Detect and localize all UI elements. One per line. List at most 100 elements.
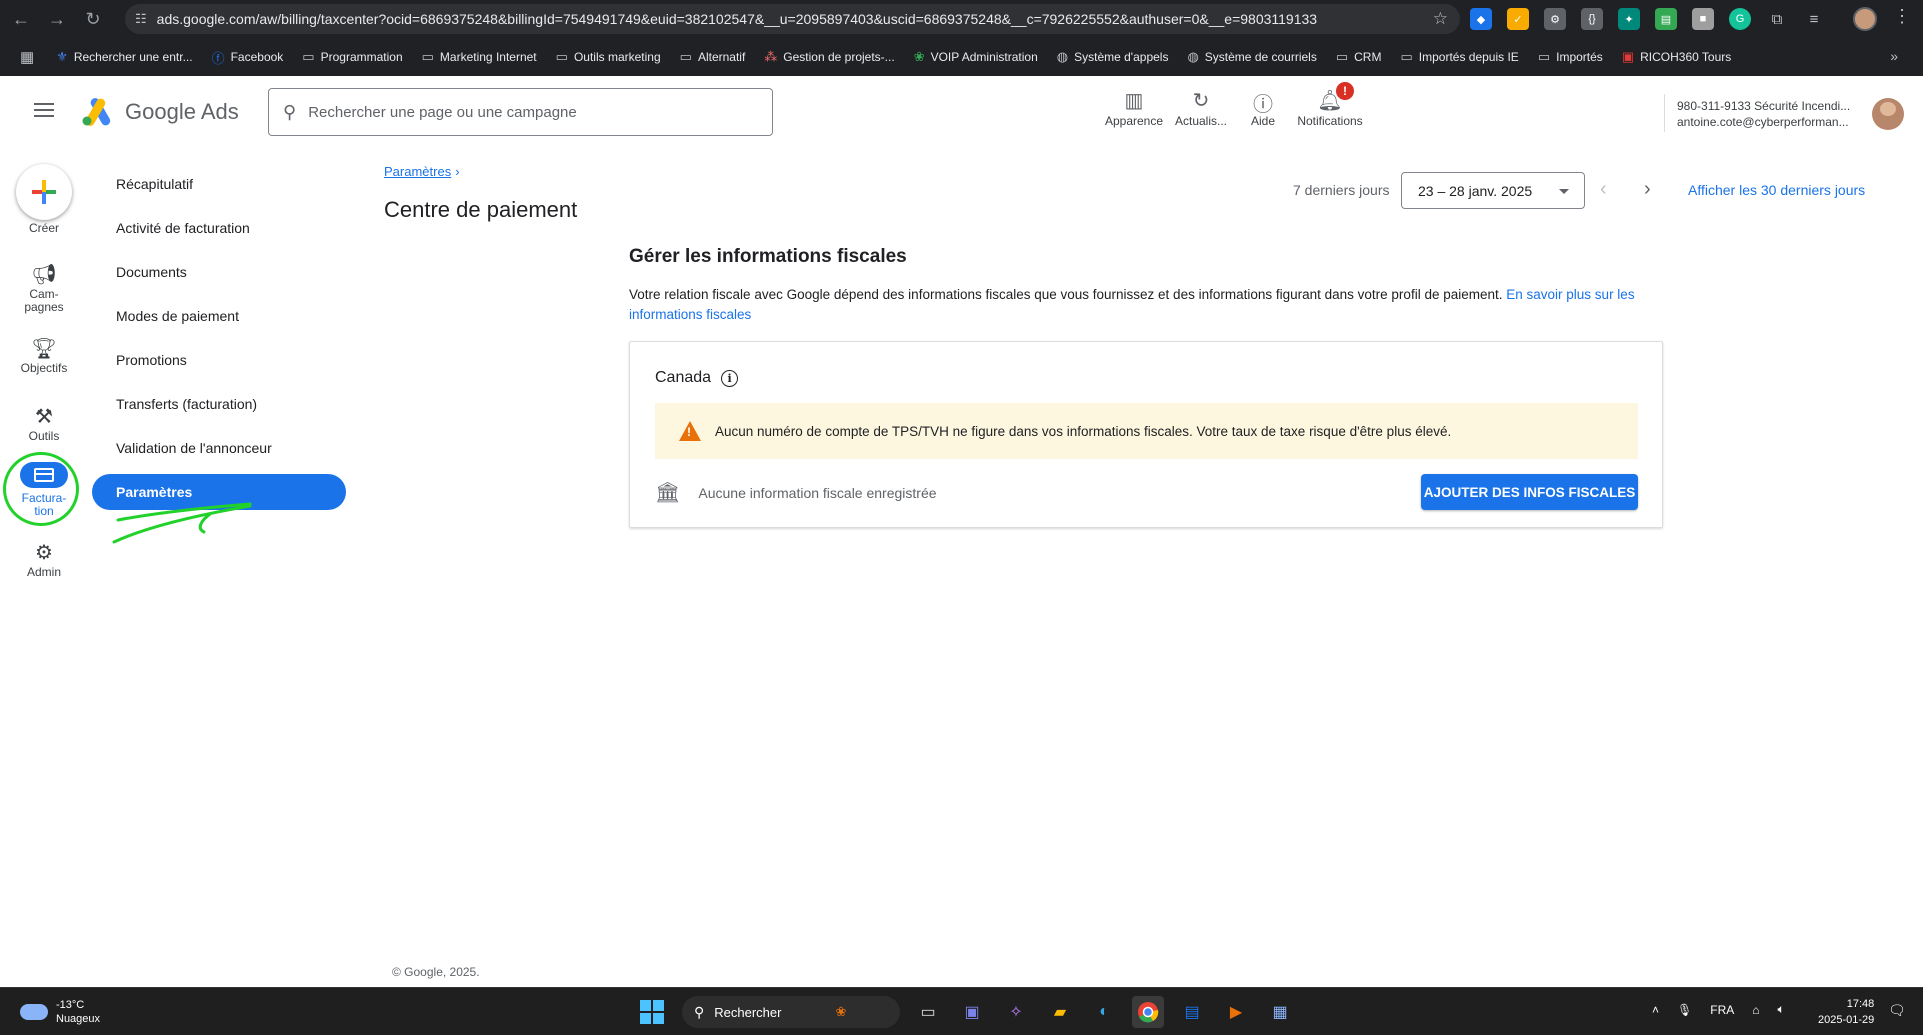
subnav-item-payment-methods[interactable]: Modes de paiement (92, 294, 346, 338)
clock-date: 2025-01-29 (1818, 1014, 1875, 1026)
breadcrumb[interactable]: Paramètres › (384, 164, 460, 179)
browser-menu-icon[interactable]: ⋮ (1893, 6, 1911, 27)
windows-start-icon[interactable] (640, 1000, 664, 1024)
bookmark-item[interactable]: ⓕ Facebook (212, 48, 284, 67)
subnav-item-summary[interactable]: Récapitulatif (92, 162, 346, 206)
rail-item-campaigns[interactable]: 📢︎ Cam- pagnes (4, 262, 84, 314)
bookmark-item[interactable]: ❀ VOIP Administration (914, 49, 1038, 65)
rail-item-tools[interactable]: ⚒ Outils (4, 404, 84, 443)
clock[interactable]: 17:48 2025-01-29 (1818, 996, 1874, 1028)
google-ads-logo[interactable]: Google Ads (81, 98, 239, 126)
next-period-icon[interactable]: › (1644, 178, 1651, 201)
bookmark-star-icon[interactable]: ☆ (1433, 9, 1448, 29)
volume-icon[interactable]: 🔈︎ (1778, 1002, 1785, 1017)
subnav-item-documents[interactable]: Documents (92, 250, 346, 294)
browser-profile-avatar[interactable] (1853, 7, 1877, 31)
extensions-row: ◆ ✓ ⚙ {} ✦ ▤ ■ G ⧉ ≡ (1470, 8, 1825, 30)
account-name: 980-311-9133 Sécurité Incendi... (1677, 99, 1851, 113)
menu-icon[interactable] (34, 103, 54, 117)
rail-item-goals[interactable]: 🏆︎ Objectifs (4, 336, 84, 375)
account-avatar[interactable] (1872, 98, 1904, 130)
network-icon[interactable]: ⌂ (1752, 1003, 1759, 1017)
folder-icon: ▭ (1537, 49, 1551, 64)
apps-grid-icon[interactable]: ▦ (20, 48, 34, 66)
bookmark-item[interactable]: ⚜ Rechercher une entr... (56, 49, 192, 65)
extension-sheet-icon[interactable]: ▤ (1655, 8, 1677, 30)
task-view-icon[interactable]: ▭ (912, 996, 944, 1028)
show-30-days-link[interactable]: Afficher les 30 derniers jours (1688, 182, 1865, 198)
word-icon[interactable]: ▤ (1176, 996, 1208, 1028)
file-explorer-icon[interactable]: ▰ (1044, 996, 1076, 1028)
extension-tag-icon[interactable]: ◆ (1470, 8, 1492, 30)
bookmark-item[interactable]: ◍ Système de courriels (1187, 49, 1316, 65)
edge-icon[interactable]: ◐ (1088, 996, 1120, 1028)
bookmark-folder[interactable]: ▭ Outils marketing (556, 49, 661, 65)
ricoh-icon: ▣ (1621, 49, 1635, 64)
search-box[interactable]: ⚲ (268, 88, 773, 136)
subnav-item-advertiser-verification[interactable]: Validation de l'annonceur (92, 426, 346, 470)
bookmark-folder[interactable]: ▭ Importés (1538, 49, 1603, 65)
site-info-icon[interactable]: ☷ (135, 11, 147, 27)
bookmark-folder[interactable]: ▭ CRM (1336, 49, 1382, 65)
reload-icon[interactable]: ↻ (78, 4, 108, 34)
breadcrumb-link[interactable]: Paramètres (384, 164, 451, 179)
asana-icon: ⁂ (764, 49, 778, 64)
google-ads-logo-icon (81, 98, 115, 126)
clock-time: 17:48 (1846, 998, 1875, 1010)
monitor-app-icon[interactable]: ▦ (1264, 996, 1296, 1028)
media-player-icon[interactable]: ▶ (1220, 996, 1252, 1028)
bookmarks-bar: ▦ ⚜ Rechercher une entr... ⓕ Facebook ▭ Pro… (0, 38, 1923, 76)
previous-period-icon[interactable]: ‹ (1600, 178, 1607, 201)
bookmark-item[interactable]: ⁂ Gestion de projets-... (764, 49, 894, 65)
bookmark-item[interactable]: ◍ Système d'appels (1057, 49, 1169, 65)
bookmark-item[interactable]: ▣ RICOH360 Tours (1622, 49, 1731, 65)
forward-icon[interactable]: → (42, 4, 72, 34)
language-indicator[interactable]: FRA (1710, 1003, 1734, 1017)
rail-item-admin[interactable]: ⚙ Admin (4, 540, 84, 579)
url-text[interactable]: ads.google.com/aw/billing/taxcenter?ocid… (157, 11, 1317, 27)
bookmark-folder[interactable]: ▭ Programmation (302, 49, 402, 65)
no-tax-info-row: 🏛︎ Aucune information fiscale enregistré… (655, 480, 937, 505)
more-bookmarks-icon[interactable]: » (1890, 48, 1898, 64)
add-tax-info-button[interactable]: AJOUTER DES INFOS FISCALES (1421, 474, 1638, 510)
taskbar-search[interactable]: ⚲ Rechercher ❀ (682, 996, 900, 1028)
search-icon: ⚲ (694, 1003, 705, 1020)
bookmark-folder[interactable]: ▭ Marketing Internet (422, 49, 537, 65)
weather-widget[interactable]: -13°C Nuageux (20, 998, 100, 1026)
bookmark-folder[interactable]: ▭ Importés depuis IE (1400, 49, 1518, 65)
create-button[interactable] (16, 164, 72, 220)
subnav-item-promotions[interactable]: Promotions (92, 338, 346, 382)
copilot-icon[interactable]: ✧ (1000, 996, 1032, 1028)
date-range-select[interactable]: 23 – 28 janv. 2025 (1401, 172, 1585, 209)
teams-icon[interactable]: ▣ (956, 996, 988, 1028)
section-title: Gérer les informations fiscales (629, 246, 907, 267)
extension-code-icon[interactable]: {} (1581, 8, 1603, 30)
search-input[interactable] (308, 103, 749, 121)
search-highlight-icon: ❀ (835, 1004, 847, 1019)
notification-center-icon[interactable]: 🗨︎ (1888, 1002, 1906, 1019)
microphone-icon[interactable]: 🎙︎ (1677, 1003, 1692, 1017)
folder-icon: ▭ (421, 49, 434, 64)
account-info[interactable]: 980-311-9133 Sécurité Incendi... antoine… (1677, 98, 1850, 130)
extensions-puzzle-icon[interactable]: ⧉ (1766, 8, 1788, 30)
subnav-item-billing-activity[interactable]: Activité de facturation (92, 206, 346, 250)
chrome-icon[interactable] (1132, 996, 1164, 1028)
reading-list-icon[interactable]: ≡ (1803, 8, 1825, 30)
extension-square-icon[interactable]: ■ (1692, 8, 1714, 30)
chevron-up-icon[interactable]: ˄ (1652, 1003, 1659, 1017)
extension-gem-icon[interactable]: ✦ (1618, 8, 1640, 30)
notifications-button[interactable]: 🔔︎ ! Notifications (1290, 82, 1370, 128)
bookmark-folder[interactable]: ▭ Alternatif (680, 49, 746, 65)
extension-grammarly-icon[interactable]: G (1729, 8, 1751, 30)
info-icon[interactable]: i (721, 369, 739, 387)
app-header: Google Ads ⚲ ▥ Apparence ↻ Actualis... ⓘ… (4, 76, 1919, 148)
globe-icon: ◍ (1056, 49, 1069, 64)
address-bar[interactable]: ☷ ads.google.com/aw/billing/taxcenter?oc… (125, 4, 1460, 34)
facebook-icon: ⓕ (211, 50, 225, 66)
system-tray: ˄ 🎙︎ FRA ⌂ 🔈︎ (1652, 1002, 1785, 1017)
extension-cookie-icon[interactable]: ⚙ (1544, 8, 1566, 30)
back-icon[interactable]: ← (6, 4, 36, 34)
extension-check-icon[interactable]: ✓ (1507, 8, 1529, 30)
subnav-item-transfers[interactable]: Transferts (facturation) (92, 382, 346, 426)
cloud-icon (20, 1004, 48, 1020)
